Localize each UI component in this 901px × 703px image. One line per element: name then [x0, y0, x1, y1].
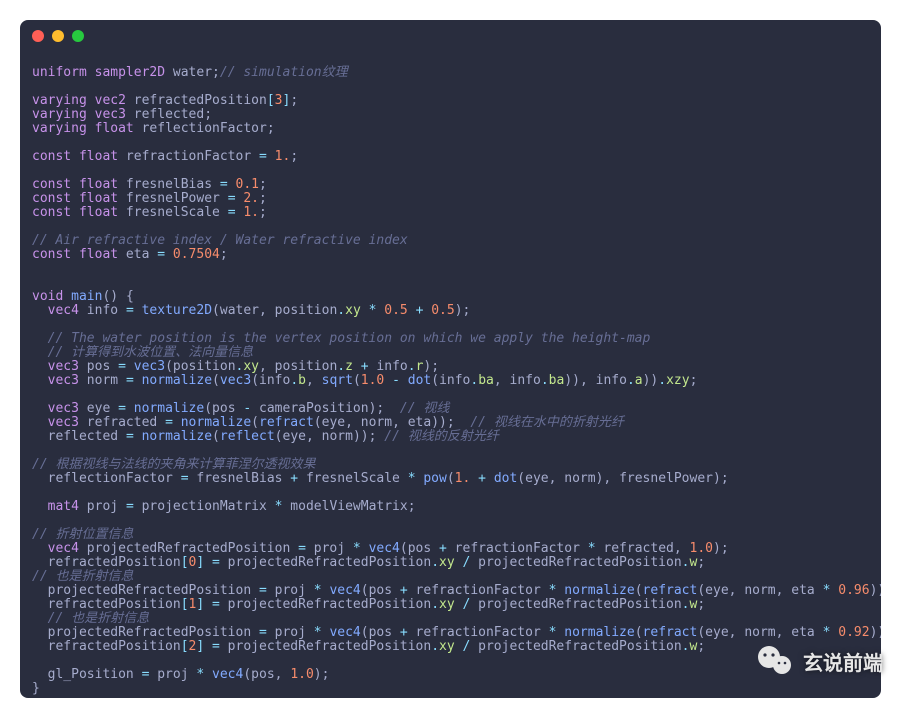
zoom-dot-icon [72, 30, 84, 42]
close-dot-icon [32, 30, 44, 42]
code-block: uniform sampler2D water;// simulation纹理 … [20, 52, 881, 698]
minimize-dot-icon [52, 30, 64, 42]
code-window: uniform sampler2D water;// simulation纹理 … [20, 20, 881, 698]
wechat-icon [755, 641, 795, 681]
watermark: 玄说前端 [755, 641, 883, 681]
window-titlebar [20, 20, 881, 52]
watermark-text: 玄说前端 [803, 647, 883, 676]
